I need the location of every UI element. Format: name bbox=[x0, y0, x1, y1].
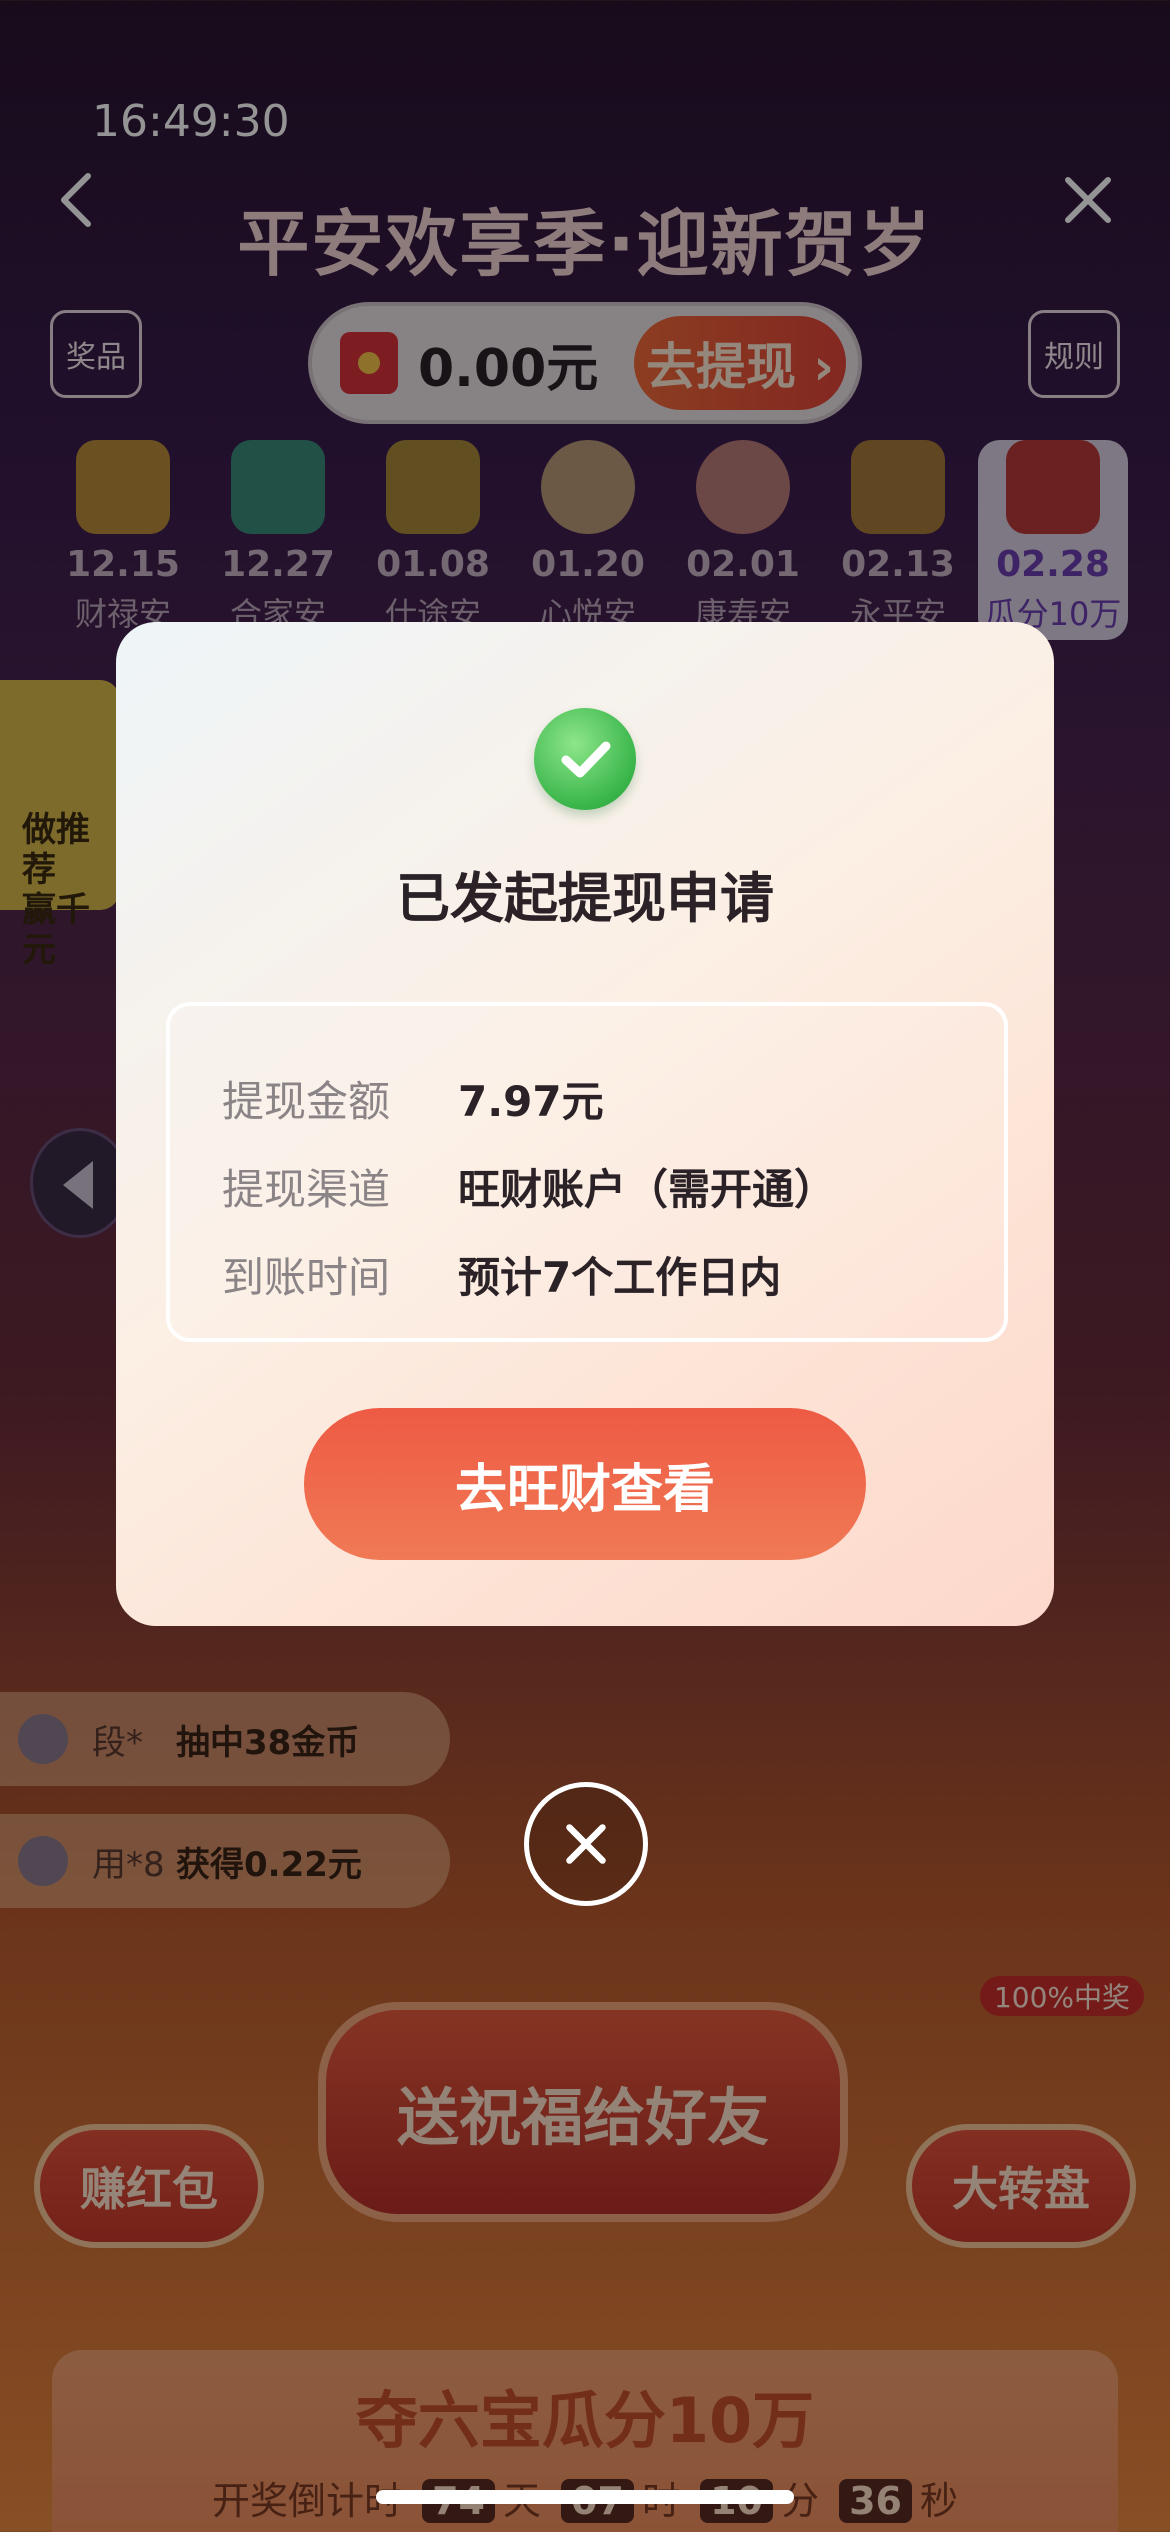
close-icon bbox=[566, 1824, 606, 1864]
detail-row-amount: 提现金额 7.97元 bbox=[222, 1054, 1004, 1142]
detail-label: 提现渠道 bbox=[222, 1164, 391, 1214]
detail-label: 提现金额 bbox=[222, 1076, 391, 1126]
dialog-title: 已发起提现申请 bbox=[396, 867, 774, 930]
view-in-wangcai-button[interactable]: 去旺财查看 bbox=[304, 1408, 866, 1560]
success-check-icon bbox=[534, 708, 636, 810]
dialog-close-button[interactable] bbox=[524, 1782, 648, 1906]
detail-row-channel: 提现渠道 旺财账户（需开通） bbox=[222, 1142, 1004, 1230]
withdraw-success-dialog: 已发起提现申请 提现金额 7.97元 提现渠道 旺财账户（需开通） 到账时间 预… bbox=[116, 622, 1054, 1626]
home-indicator[interactable] bbox=[376, 2490, 794, 2504]
detail-label: 到账时间 bbox=[222, 1252, 391, 1302]
detail-value: 预计7个工作日内 bbox=[458, 1252, 782, 1302]
detail-row-arrival: 到账时间 预计7个工作日内 bbox=[222, 1230, 1004, 1318]
withdraw-details: 提现金额 7.97元 提现渠道 旺财账户（需开通） 到账时间 预计7个工作日内 bbox=[166, 1002, 1008, 1342]
detail-value: 7.97元 bbox=[458, 1076, 604, 1126]
detail-value: 旺财账户（需开通） bbox=[458, 1164, 837, 1214]
